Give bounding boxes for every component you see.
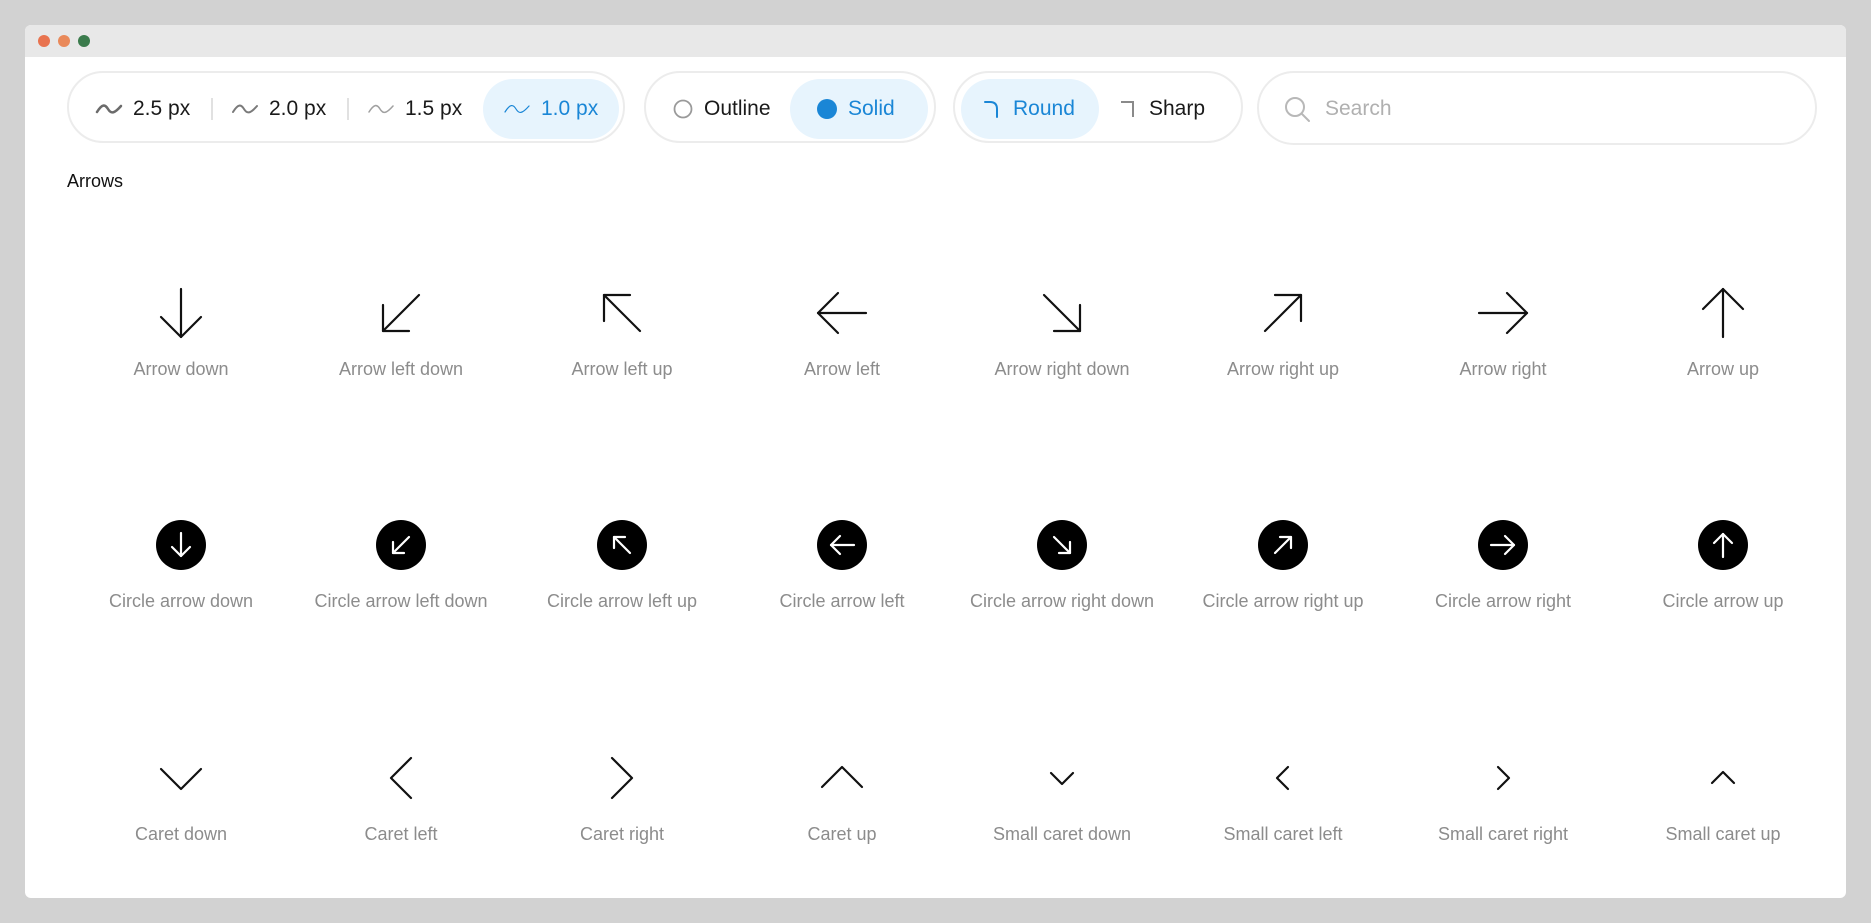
icon-label: Caret left [364, 824, 438, 844]
icon-tile-arrow-right-up[interactable]: Arrow right up [1173, 283, 1393, 380]
caret-down-icon [159, 767, 203, 791]
app-window: 2.5 px 2.0 px 1.5 px 1.0 px Outline Soli… [25, 25, 1846, 898]
icon-tile-arrow-left-down[interactable]: Arrow left down [291, 283, 511, 380]
icon-label: Circle arrow left [779, 591, 905, 611]
icon-label: Circle arrow left up [546, 591, 698, 611]
icon-tile-small-caret-right[interactable]: Small caret right [1393, 748, 1613, 845]
icon-label: Small caret up [1665, 824, 1781, 844]
circle-arrow-down-icon [156, 520, 206, 570]
icon-label: Small caret right [1437, 824, 1569, 844]
arrow-up-icon [1701, 287, 1745, 339]
icon-tile-caret-up[interactable]: Caret up [732, 748, 952, 845]
caret-right-icon [610, 756, 634, 800]
icon-label: Arrow up [1686, 359, 1760, 379]
icon-tile-arrow-down[interactable]: Arrow down [71, 283, 291, 380]
icon-tile-circle-arrow-left[interactable]: Circle arrow left [732, 515, 952, 612]
icon-tile-circle-arrow-left-down[interactable]: Circle arrow left down [291, 515, 511, 612]
icon-label: Arrow right up [1226, 359, 1340, 379]
icon-label: Circle arrow right down [969, 591, 1155, 611]
icon-label: Circle arrow right up [1202, 591, 1364, 611]
icon-tile-circle-arrow-down[interactable]: Circle arrow down [71, 515, 291, 612]
circle-arrow-left-down-icon [376, 520, 426, 570]
icon-tile-arrow-left-up[interactable]: Arrow left up [512, 283, 732, 380]
arrow-right-icon [1477, 291, 1529, 335]
icon-label: Circle arrow up [1662, 591, 1784, 611]
icon-label: Caret up [807, 824, 877, 844]
icon-tile-arrow-right[interactable]: Arrow right [1393, 283, 1613, 380]
arrow-right-up-icon [1263, 293, 1303, 333]
arrow-left-icon [816, 291, 868, 335]
icon-label: Caret right [579, 824, 665, 844]
icon-tile-circle-arrow-left-up[interactable]: Circle arrow left up [512, 515, 732, 612]
arrow-down-icon [159, 287, 203, 339]
icon-tile-circle-arrow-right-up[interactable]: Circle arrow right up [1173, 515, 1393, 612]
caret-up-icon [820, 765, 864, 789]
icon-label: Circle arrow down [108, 591, 254, 611]
caret-left-icon [389, 756, 413, 800]
arrow-right-down-icon [1042, 293, 1082, 333]
icon-label: Arrow right down [994, 359, 1130, 379]
icon-tile-arrow-up[interactable]: Arrow up [1613, 283, 1833, 380]
small-caret-right-icon [1496, 765, 1511, 791]
arrow-left-up-icon [602, 293, 642, 333]
icon-label: Arrow left down [338, 359, 464, 379]
arrow-left-down-icon [381, 293, 421, 333]
icon-label: Caret down [134, 824, 228, 844]
icon-tile-arrow-left[interactable]: Arrow left [732, 283, 952, 380]
circle-arrow-left-icon [817, 520, 867, 570]
icon-tile-circle-arrow-right-down[interactable]: Circle arrow right down [952, 515, 1172, 612]
icon-tile-small-caret-left[interactable]: Small caret left [1173, 748, 1393, 845]
icon-label: Small caret left [1223, 824, 1343, 844]
icon-label: Arrow down [133, 359, 229, 379]
icon-tile-small-caret-up[interactable]: Small caret up [1613, 748, 1833, 845]
icon-label: Arrow left [803, 359, 881, 379]
circle-arrow-left-up-icon [597, 520, 647, 570]
icon-label: Circle arrow right [1434, 591, 1572, 611]
circle-arrow-up-icon [1698, 520, 1748, 570]
icon-tile-arrow-right-down[interactable]: Arrow right down [952, 283, 1172, 380]
icon-tile-caret-left[interactable]: Caret left [291, 748, 511, 845]
small-caret-up-icon [1710, 770, 1736, 785]
icon-grid: Arrow down Arrow left down Arrow left up… [25, 25, 1846, 898]
icon-tile-caret-down[interactable]: Caret down [71, 748, 291, 845]
circle-arrow-right-down-icon [1037, 520, 1087, 570]
icon-tile-circle-arrow-right[interactable]: Circle arrow right [1393, 515, 1613, 612]
small-caret-left-icon [1275, 765, 1290, 791]
icon-tile-caret-right[interactable]: Caret right [512, 748, 732, 845]
icon-label: Circle arrow left down [314, 591, 488, 611]
circle-arrow-right-up-icon [1258, 520, 1308, 570]
icon-label: Small caret down [992, 824, 1132, 844]
circle-arrow-right-icon [1478, 520, 1528, 570]
icon-label: Arrow left up [571, 359, 673, 379]
icon-tile-circle-arrow-up[interactable]: Circle arrow up [1613, 515, 1833, 612]
icon-label: Arrow right [1459, 359, 1547, 379]
small-caret-down-icon [1049, 771, 1075, 786]
icon-tile-small-caret-down[interactable]: Small caret down [952, 748, 1172, 845]
